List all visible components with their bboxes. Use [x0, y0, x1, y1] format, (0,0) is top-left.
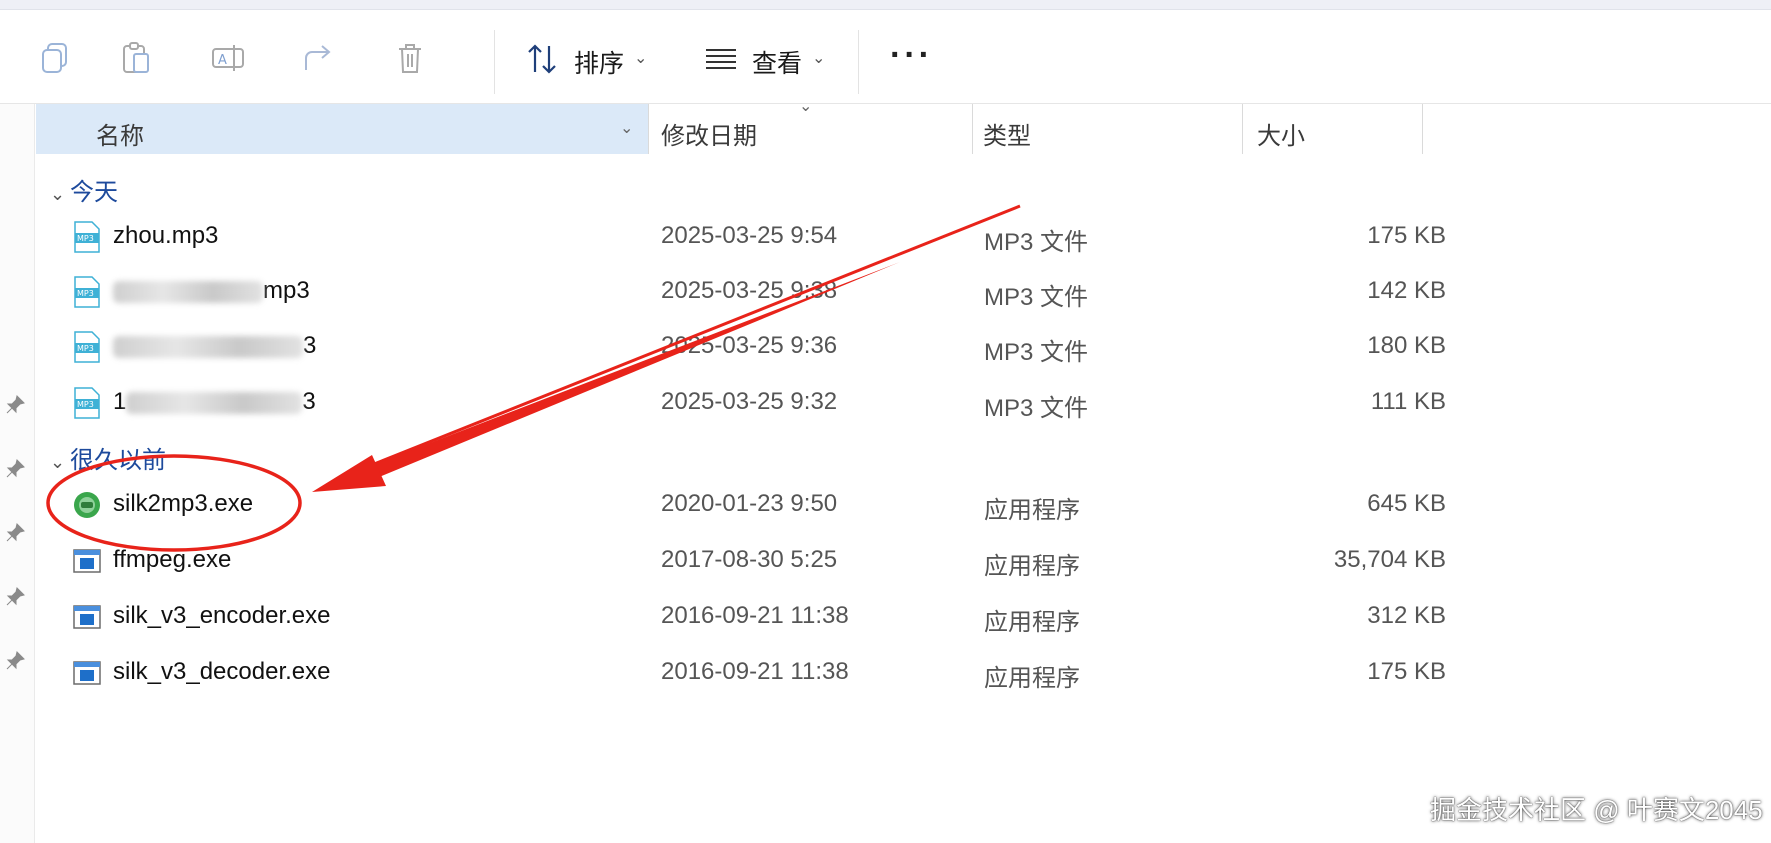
highlight-ellipse [46, 454, 302, 552]
arrow-shaft-thin [353, 204, 1021, 474]
arrow-shaft [360, 262, 900, 480]
annotation-overlay [46, 204, 1021, 552]
watermark: 掘金技术社区 @ 叶赛文2045 [1430, 795, 1763, 825]
arrow-head [312, 455, 386, 492]
